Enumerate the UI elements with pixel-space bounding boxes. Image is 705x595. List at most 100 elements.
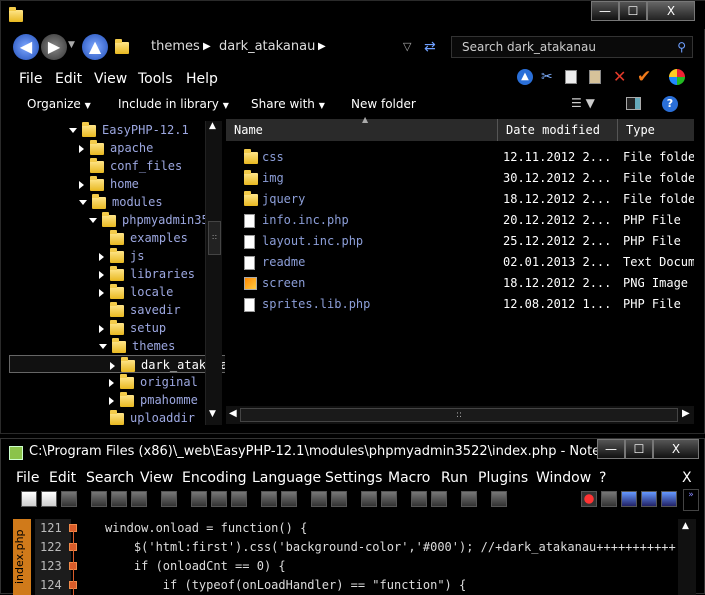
undo-icon[interactable] <box>261 491 277 507</box>
tree-item-locale[interactable]: locale <box>99 283 173 301</box>
tree-scrollbar[interactable]: ▲ :: ▼ <box>205 121 222 425</box>
organize-button[interactable]: Organize ▼ <box>27 97 91 111</box>
menu-search[interactable]: Search <box>86 470 134 486</box>
tree-item-setup[interactable]: setup <box>99 319 166 337</box>
tree-item-uploaddir[interactable]: uploaddir <box>99 409 195 427</box>
tree-item-original[interactable]: original <box>109 373 198 391</box>
view-options-icon[interactable]: ☰ ▼ <box>571 96 595 110</box>
collapsed-arrow-icon[interactable] <box>99 270 104 279</box>
minimize-button[interactable]: — <box>591 1 619 21</box>
up-arrow-icon[interactable]: ▲ <box>517 69 533 85</box>
file-row[interactable]: screen 18.12.2012 2... PNG Image <box>226 273 694 294</box>
delete-icon[interactable]: ✕ <box>613 67 626 86</box>
properties-icon[interactable] <box>669 69 685 85</box>
chevron-down-icon[interactable]: ▼ <box>68 40 75 50</box>
tree-item-libraries[interactable]: libraries <box>99 265 195 283</box>
search-icon[interactable]: ⚲ <box>677 37 686 57</box>
address-bar[interactable]: themes ▶ dark_atakanau ▶ ▽ ⇄ <box>141 36 446 58</box>
scroll-right-icon[interactable]: ▶ <box>682 408 690 419</box>
tree-item-js[interactable]: js <box>99 247 144 265</box>
scroll-left-icon[interactable]: ◀ <box>229 408 237 419</box>
save-icon[interactable] <box>61 491 77 507</box>
toolbar-overflow-icon[interactable]: » <box>683 489 699 511</box>
back-button[interactable]: ◀ <box>13 34 39 60</box>
close-button[interactable]: X <box>653 439 699 459</box>
menu-encoding[interactable]: Encoding <box>182 470 247 486</box>
tree-item-conf-files[interactable]: conf_files <box>79 157 182 175</box>
copy-icon[interactable] <box>211 491 227 507</box>
refresh-icon[interactable]: ⇄ <box>424 36 436 58</box>
tree-item-apache[interactable]: apache <box>79 139 153 157</box>
minimize-button[interactable]: — <box>597 439 625 459</box>
file-list-scrollbar[interactable]: ◀ :: ▶ <box>226 406 694 424</box>
menu-language[interactable]: Language <box>252 470 321 486</box>
code-editor[interactable]: index.php 121 window.onload = function() … <box>13 519 693 595</box>
expanded-arrow-icon[interactable] <box>89 218 97 223</box>
file-row[interactable]: img 30.12.2012 2... File folder <box>226 168 694 189</box>
include-in-library-button[interactable]: Include in library ▼ <box>118 97 229 111</box>
scroll-thumb[interactable]: :: <box>208 221 221 255</box>
scroll-thumb[interactable]: :: <box>240 408 678 422</box>
maximize-button[interactable]: ☐ <box>619 1 647 21</box>
column-type[interactable]: Type <box>618 119 694 141</box>
menu-tools[interactable]: Tools <box>138 71 173 87</box>
scroll-down-icon[interactable]: ▼ <box>209 409 216 419</box>
save-macro-icon[interactable] <box>661 491 677 507</box>
record-macro-icon[interactable] <box>581 491 597 507</box>
collapsed-arrow-icon[interactable] <box>109 378 114 387</box>
scroll-up-icon[interactable]: ▲ <box>682 521 689 531</box>
close-button[interactable]: X <box>647 1 695 21</box>
up-button[interactable]: ▲ <box>82 34 108 60</box>
maximize-button[interactable]: ☐ <box>625 439 653 459</box>
file-row[interactable]: info.inc.php 20.12.2012 2... PHP File <box>226 210 694 231</box>
menu-file[interactable]: File <box>19 71 42 87</box>
paste-icon[interactable] <box>231 491 247 507</box>
tree-item-themes[interactable]: themes <box>99 337 175 355</box>
menu-plugins[interactable]: Plugins <box>478 470 528 486</box>
new-file-icon[interactable] <box>21 491 37 507</box>
breadcrumb-dark-atakanau[interactable]: dark_atakanau <box>219 36 315 58</box>
cut-icon[interactable]: ✂ <box>541 69 553 85</box>
tree-item-pmahomme[interactable]: pmahomme <box>109 391 198 409</box>
file-row[interactable]: sprites.lib.php 12.08.2012 1... PHP File <box>226 294 694 315</box>
menu-run[interactable]: Run <box>441 470 468 486</box>
scroll-up-icon[interactable]: ▲ <box>209 121 216 131</box>
expanded-arrow-icon[interactable] <box>99 344 107 349</box>
menu-settings[interactable]: Settings <box>325 470 382 486</box>
replace-icon[interactable] <box>331 491 347 507</box>
chevron-down-icon[interactable]: ▽ <box>403 36 411 58</box>
share-with-button[interactable]: Share with ▼ <box>251 97 325 111</box>
column-date-modified[interactable]: Date modified <box>498 119 618 141</box>
menu-view[interactable]: View <box>94 71 127 87</box>
tree-item-savedir[interactable]: savedir <box>99 301 181 319</box>
document-tab[interactable]: index.php <box>13 519 31 595</box>
find-icon[interactable] <box>311 491 327 507</box>
preview-pane-icon[interactable] <box>626 97 641 110</box>
collapsed-arrow-icon[interactable] <box>99 324 104 333</box>
menu-help[interactable]: ? <box>599 470 606 486</box>
close-icon[interactable] <box>111 491 127 507</box>
tree-item-dark-atakanau[interactable]: dark_atakanau <box>9 355 225 373</box>
menu-view[interactable]: View <box>140 470 173 486</box>
file-row[interactable]: jquery 18.12.2012 2... File folder <box>226 189 694 210</box>
menu-file[interactable]: File <box>16 470 39 486</box>
new-folder-button[interactable]: New folder <box>351 97 416 111</box>
open-file-icon[interactable] <box>41 491 57 507</box>
menu-macro[interactable]: Macro <box>388 470 430 486</box>
collapsed-arrow-icon[interactable] <box>79 144 84 153</box>
sync-scroll-icon[interactable] <box>411 491 427 507</box>
collapsed-arrow-icon[interactable] <box>99 288 104 297</box>
tree-item-home[interactable]: home <box>79 175 139 193</box>
indent-guide-icon[interactable] <box>491 491 507 507</box>
run-macro-icon[interactable] <box>641 491 657 507</box>
menu-window[interactable]: Window <box>536 470 591 486</box>
zoom-in-icon[interactable] <box>361 491 377 507</box>
close-document-button[interactable]: X <box>682 470 692 486</box>
file-row[interactable]: readme 02.01.2013 2... Text Document <box>226 252 694 273</box>
tree-item-examples[interactable]: examples <box>99 229 188 247</box>
breadcrumb-themes[interactable]: themes <box>151 36 200 58</box>
tree-item-modules[interactable]: modules <box>79 193 163 211</box>
tree-item-easyphp-12-1[interactable]: EasyPHP-12.1 <box>69 121 189 139</box>
editor-scrollbar[interactable]: ▲ <box>678 519 696 595</box>
expanded-arrow-icon[interactable] <box>79 200 87 205</box>
